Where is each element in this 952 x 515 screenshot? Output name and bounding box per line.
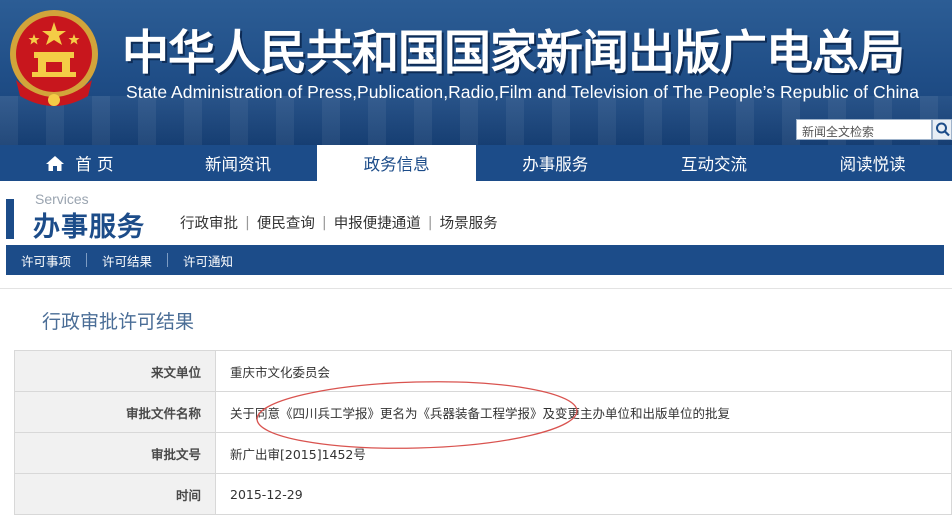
nav-item-government-info[interactable]: 政务信息 [317,145,476,181]
section-links: 行政审批 | 便民查询 | 申报便捷通道 | 场景服务 [180,212,498,233]
row-label: 来文单位 [14,350,216,392]
search-button[interactable] [932,119,952,140]
row-value: 关于同意《四川兵工学报》更名为《兵器装备工程学报》及变更主办单位和出版单位的批复 [215,391,952,433]
nav-item-interaction[interactable]: 互动交流 [634,145,794,181]
nav-item-news[interactable]: 新闻资讯 [159,145,318,181]
row-label: 时间 [14,473,216,515]
nav-label: 阅读悦读 [839,155,906,174]
search-input[interactable]: 新闻全文检索 [796,119,932,140]
tab-bar: 许可事项 许可结果 许可通知 [6,245,944,275]
header-banner: 中华人民共和国国家新闻出版广电总局 State Administration o… [0,0,952,145]
home-icon [46,155,65,171]
table-row: 来文单位 重庆市文化委员会 [14,350,952,392]
section-link-quick-channel[interactable]: 申报便捷通道 [334,212,421,233]
nav-label: 办事服务 [522,155,589,174]
row-value: 2015-12-29 [215,473,952,515]
row-value: 重庆市文化委员会 [215,350,952,392]
section-accent-bar [6,199,14,239]
tab-license-items[interactable]: 许可事项 [6,251,86,270]
row-label: 审批文号 [14,432,216,474]
tab-license-results[interactable]: 许可结果 [87,251,167,270]
row-value: 新广出审[2015]1452号 [215,432,952,474]
nav-item-home[interactable]: 首 页 [0,145,159,181]
site-title-cn: 中华人民共和国国家新闻出版广电总局 [122,26,905,81]
link-separator: | [245,214,250,231]
table-row: 审批文号 新广出审[2015]1452号 [14,432,952,474]
nav-item-reading[interactable]: 阅读悦读 [793,145,952,181]
table-row: 时间 2015-12-29 [14,473,952,515]
main-nav: 首 页 新闻资讯 政务信息 办事服务 互动交流 阅读悦读 [0,145,952,181]
link-separator: | [427,214,433,231]
nav-label: 新闻资讯 [204,155,271,174]
table-row: 审批文件名称 关于同意《四川兵工学报》更名为《兵器装备工程学报》及变更主办单位和… [14,391,952,433]
page-title: 行政审批许可结果 [42,311,195,333]
search-icon [936,122,950,137]
section-title-cn: 办事服务 [33,212,145,243]
nav-label: 首 页 [75,155,114,174]
nav-item-services[interactable]: 办事服务 [476,145,635,181]
section-link-query[interactable]: 便民查询 [257,212,315,233]
section-link-approval[interactable]: 行政审批 [180,212,238,233]
nav-label: 政务信息 [363,155,430,174]
national-emblem-icon [10,10,98,106]
site-title-en: State Administration of Press,Publicatio… [126,82,919,102]
section-link-scene-services[interactable]: 场景服务 [440,212,498,233]
nav-label: 互动交流 [680,155,747,174]
result-table: 来文单位 重庆市文化委员会 审批文件名称 关于同意《四川兵工学报》更名为《兵器装… [14,350,952,515]
tab-license-notices[interactable]: 许可通知 [168,251,248,270]
link-separator: | [321,214,327,231]
row-label: 审批文件名称 [14,391,216,433]
